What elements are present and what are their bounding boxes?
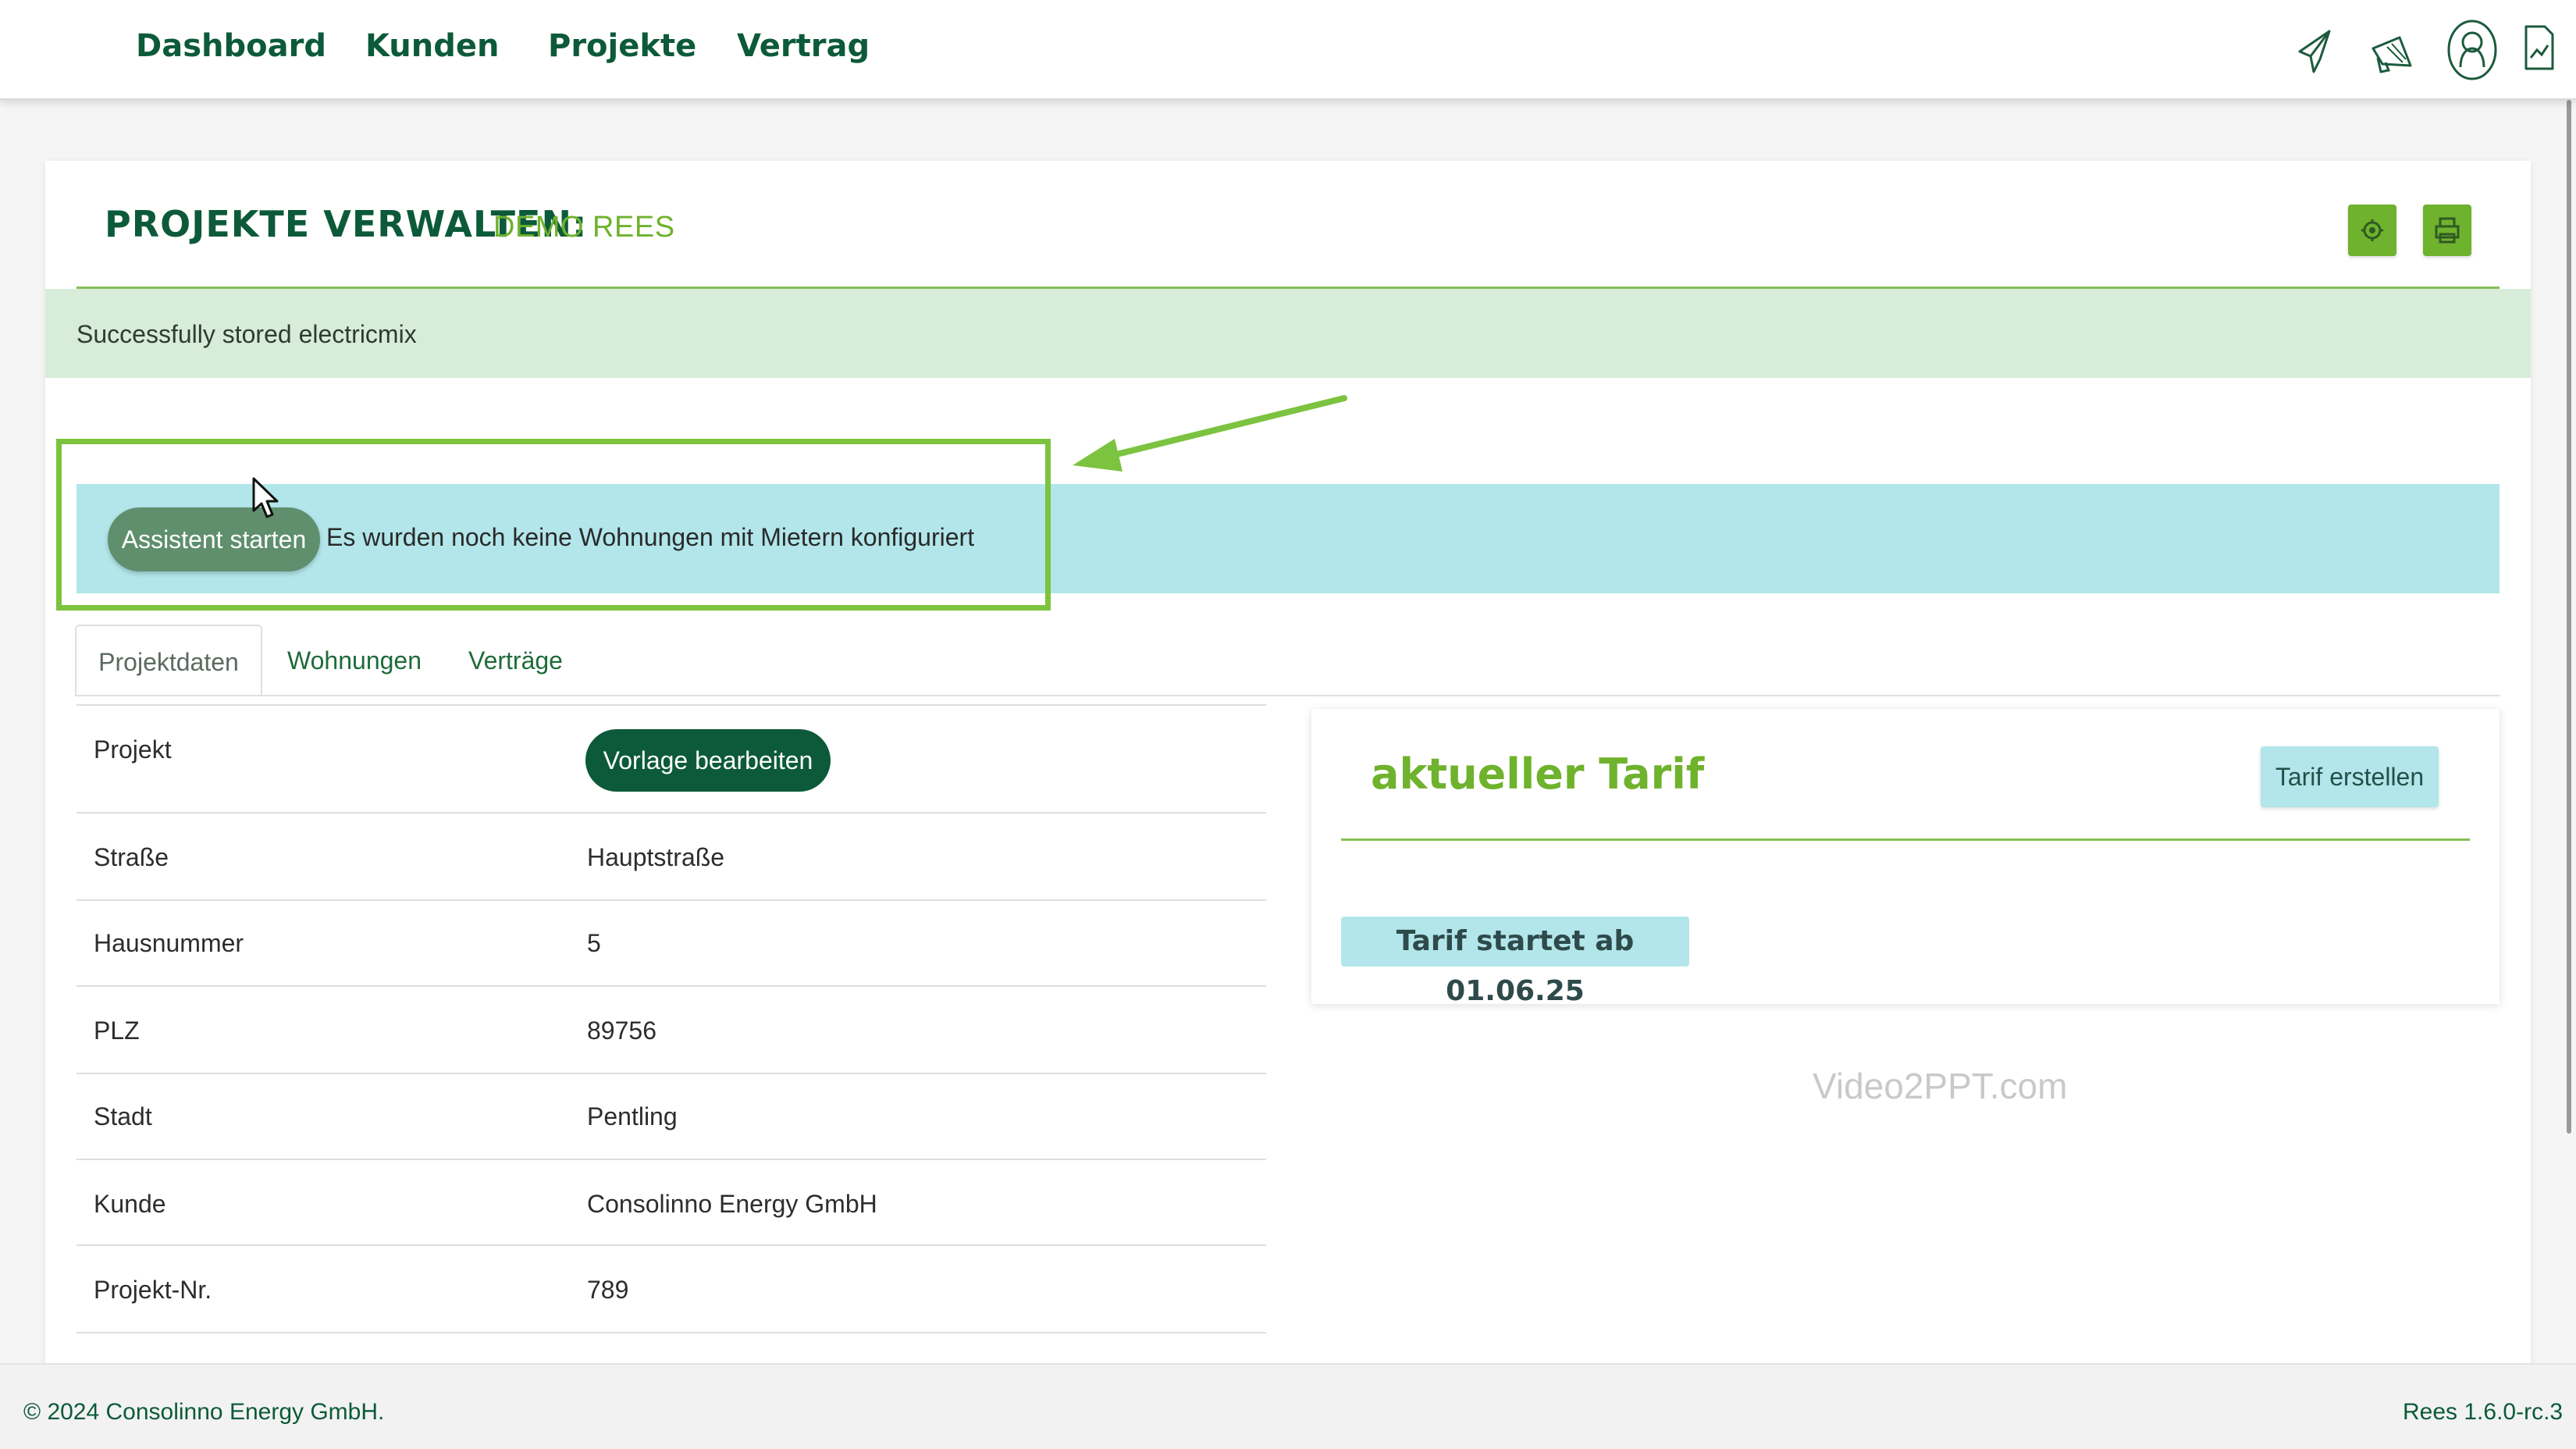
success-alert-message: Successfully stored electricmix — [76, 320, 417, 348]
footer-copyright: © 2024 Consolinno Energy GmbH. — [23, 1399, 385, 1425]
table-divider — [76, 704, 1266, 706]
table-divider — [76, 985, 1266, 987]
settings-icon — [2361, 219, 2383, 241]
watermark: Video2PPT.com — [1813, 1066, 2068, 1106]
tarif-title: aktueller Tarif — [1371, 749, 1705, 799]
success-alert — [45, 289, 2531, 378]
page-subtitle: DEMO REES — [493, 211, 675, 244]
row-value-kunde: Consolinno Energy GmbH — [587, 1190, 877, 1218]
footer-version: Rees 1.6.0-rc.3 — [2403, 1399, 2564, 1425]
print-button[interactable] — [2423, 205, 2471, 256]
print-icon — [2435, 217, 2460, 244]
page-scrollbar[interactable] — [2567, 100, 2571, 1134]
nav-dashboard[interactable]: Dashboard — [136, 28, 326, 64]
tab-vertraege[interactable]: Verträge — [468, 625, 563, 696]
row-value-plz: 89756 — [587, 1016, 656, 1045]
create-tarif-button[interactable]: Tarif erstellen — [2261, 746, 2439, 807]
row-label-kunde: Kunde — [94, 1190, 166, 1218]
megaphone-icon[interactable] — [2368, 31, 2417, 77]
footer — [0, 1363, 2576, 1449]
row-label-projekt-nr: Projekt-Nr. — [94, 1276, 212, 1304]
edit-template-button[interactable]: Vorlage bearbeiten — [585, 729, 831, 792]
nav-projekte[interactable]: Projekte — [548, 28, 696, 64]
row-value-projekt-nr: 789 — [587, 1276, 629, 1304]
settings-button[interactable] — [2348, 205, 2396, 256]
tabs-divider — [76, 695, 2500, 696]
table-divider — [76, 812, 1266, 814]
document-icon[interactable] — [2521, 23, 2557, 73]
tarif-divider — [1341, 838, 2470, 841]
app-root: Dashboard Kunden Projekte Vertrag PROJEK… — [0, 0, 2576, 1449]
table-divider — [76, 1332, 1266, 1333]
mouse-cursor-icon — [252, 477, 279, 518]
table-divider — [76, 1159, 1266, 1160]
paper-plane-icon[interactable] — [2295, 28, 2336, 77]
user-profile-icon[interactable] — [2446, 19, 2498, 81]
row-label-stadt: Stadt — [94, 1102, 152, 1130]
row-label-strasse: Straße — [94, 843, 169, 871]
table-divider — [76, 1244, 1266, 1246]
row-label-plz: PLZ — [94, 1016, 140, 1045]
tab-projektdaten[interactable]: Projektdaten — [75, 625, 262, 696]
nav-vertrag[interactable]: Vertrag — [737, 28, 870, 64]
annotation-highlight-box — [56, 439, 1051, 611]
tarif-start-badge: Tarif startet ab 01.06.25 — [1341, 917, 1689, 1007]
table-divider — [76, 1073, 1266, 1074]
row-label-hausnummer: Hausnummer — [94, 929, 244, 957]
top-navigation-bar: Dashboard Kunden Projekte Vertrag — [0, 0, 2576, 100]
table-divider — [76, 899, 1266, 901]
nav-kunden[interactable]: Kunden — [365, 28, 499, 64]
row-value-stadt: Pentling — [587, 1102, 678, 1130]
tab-wohnungen[interactable]: Wohnungen — [287, 625, 422, 696]
annotation-arrow-icon — [1073, 395, 1347, 472]
row-value-strasse: Hauptstraße — [587, 843, 725, 871]
row-label-projekt: Projekt — [94, 735, 172, 764]
row-value-hausnummer: 5 — [587, 929, 601, 957]
